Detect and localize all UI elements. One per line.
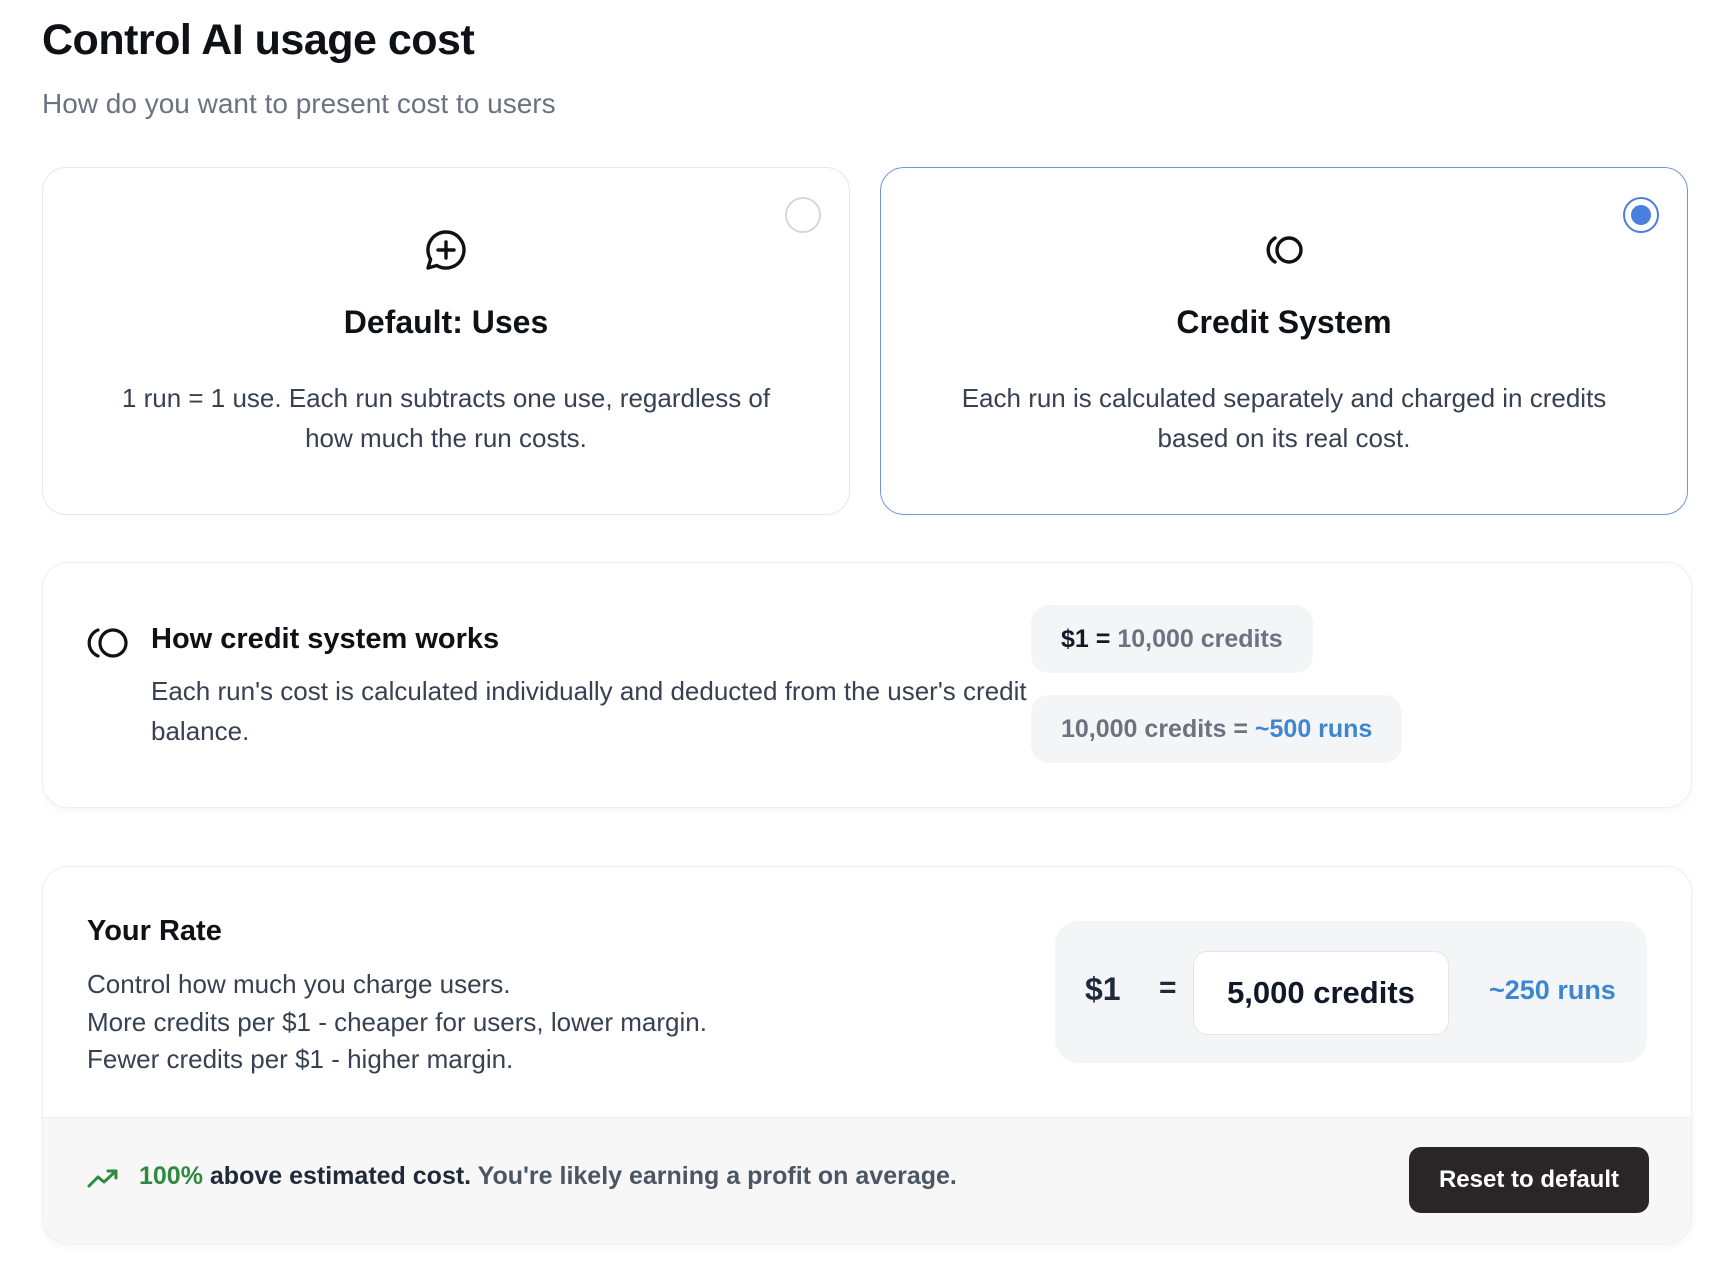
option-desc-credit-system: Each run is calculated separately and ch… (961, 383, 1607, 453)
reset-to-default-button[interactable]: Reset to default (1408, 1147, 1649, 1213)
pill-equals: = (1088, 625, 1118, 653)
radio-credit-system[interactable] (1623, 197, 1659, 233)
rate-description-line: Control how much you charge users. (87, 969, 511, 999)
margin-above-text: above estimated cost. (209, 1162, 472, 1190)
rate-description-line: More credits per $1 - cheaper for users,… (87, 1007, 707, 1037)
credits-icon (1266, 236, 1303, 264)
option-title-default-uses: Default: Uses (343, 304, 549, 340)
credits-icon (87, 628, 128, 658)
pill-credits: 10,000 credits (1061, 715, 1227, 743)
option-title-credit-system: Credit System (1176, 304, 1392, 340)
info-description: Each run's cost is calculated individual… (151, 676, 1027, 746)
info-title: How credit system works (151, 623, 500, 655)
margin-profit-text: You're likely earning a profit on averag… (477, 1162, 957, 1190)
dollar-to-credits-pill: $1 = 10,000 credits (1031, 605, 1313, 673)
option-card-default-uses[interactable]: Default: Uses 1 run = 1 use. Each run su… (42, 167, 850, 515)
page-subtitle: How do you want to present cost to users (42, 88, 556, 119)
credit-system-info-card: How credit system works Each run's cost … (42, 562, 1692, 808)
rate-footer: 100% above estimated cost. You're likely… (43, 1117, 1691, 1243)
credits-per-dollar-input[interactable] (1193, 951, 1449, 1035)
rate-equals: = (1159, 971, 1177, 1004)
credits-to-runs-pill: 10,000 credits = ~500 runs (1031, 695, 1403, 763)
pill-equals: = (1226, 715, 1255, 743)
option-desc-default-uses: 1 run = 1 use. Each run subtracts one us… (121, 383, 771, 453)
rate-runs-estimate: ~250 runs (1489, 975, 1616, 1005)
page-title: Control AI usage cost (42, 16, 475, 64)
margin-percent: 100% (139, 1162, 203, 1190)
message-plus-icon (426, 230, 466, 270)
margin-status: 100% above estimated cost. You're likely… (139, 1162, 957, 1191)
rate-title: Your Rate (87, 915, 222, 947)
pill-runs: ~500 runs (1254, 715, 1373, 743)
your-rate-card: Your Rate Control how much you charge us… (42, 866, 1692, 1244)
pill-credits: 10,000 credits (1117, 625, 1283, 653)
page: Control AI usage cost How do you want to… (0, 0, 1724, 1268)
option-card-credit-system[interactable]: Credit System Each run is calculated sep… (880, 167, 1688, 515)
pill-dollar: $1 (1061, 625, 1089, 653)
trending-up-icon (87, 1169, 118, 1188)
rate-editor: $1 = ~250 runs (1055, 921, 1647, 1063)
radio-default-uses[interactable] (785, 197, 821, 233)
rate-description-line: Fewer credits per $1 - higher margin. (87, 1044, 514, 1074)
rate-dollar: $1 (1085, 971, 1121, 1007)
